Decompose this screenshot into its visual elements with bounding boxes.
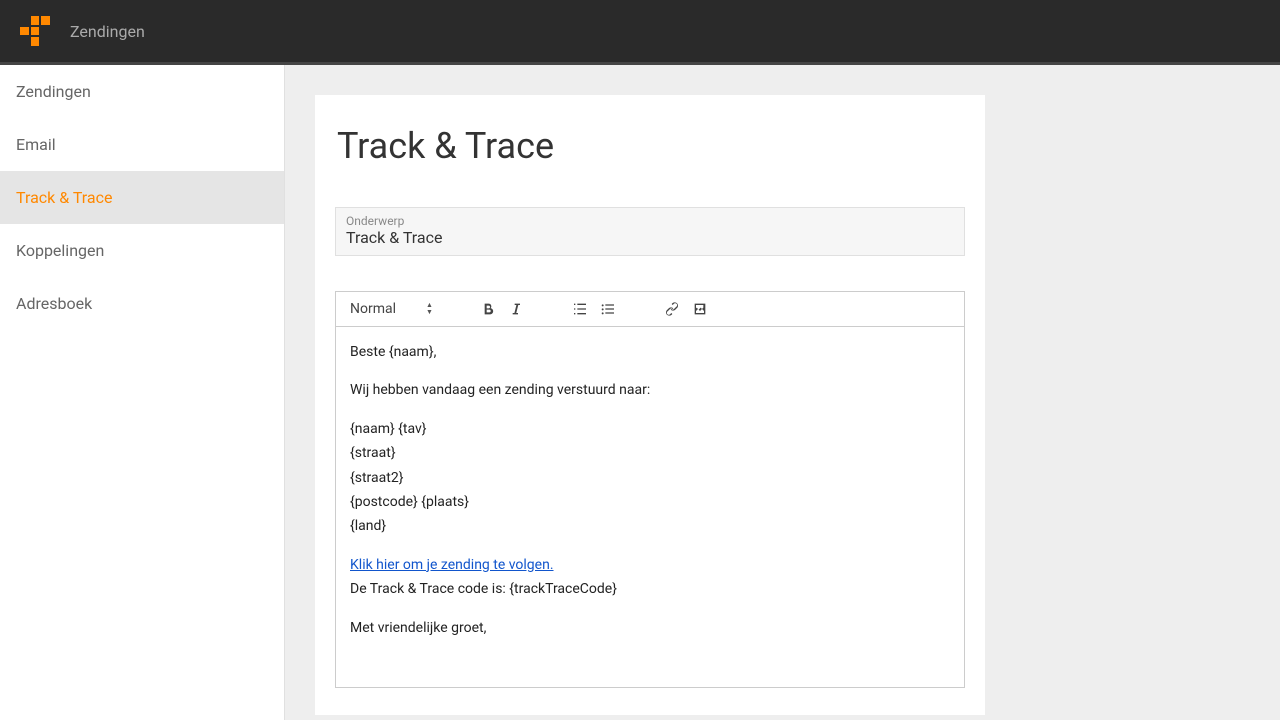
sidebar-item-zendingen[interactable]: Zendingen [0, 65, 284, 118]
unordered-list-button[interactable] [599, 300, 617, 318]
subject-field[interactable]: Onderwerp Track & Trace [335, 207, 965, 256]
editor-line: Wij hebben vandaag een zending verstuurd… [350, 379, 950, 401]
editor-line: Beste {naam}, [350, 341, 950, 363]
subject-value: Track & Trace [346, 228, 954, 247]
sidebar-item-label: Track & Trace [16, 188, 112, 207]
editor-body[interactable]: Beste {naam}, Wij hebben vandaag een zen… [336, 327, 964, 687]
sidebar-item-label: Koppelingen [16, 241, 104, 260]
track-link[interactable]: Klik hier om je zending te volgen. [350, 557, 554, 573]
editor-line: {naam} {tav} [350, 418, 950, 440]
italic-button[interactable] [507, 300, 525, 318]
chevron-updown-icon: ▲▼ [426, 302, 433, 316]
sidebar-item-label: Adresboek [16, 294, 92, 313]
ordered-list-button[interactable] [571, 300, 589, 318]
sidebar-item-label: Email [16, 135, 56, 154]
editor-line: {straat} [350, 442, 950, 464]
format-select-value: Normal [350, 301, 396, 317]
bold-button[interactable] [479, 300, 497, 318]
editor-line: De Track & Trace code is: {trackTraceCod… [350, 578, 950, 600]
rich-text-editor: Normal ▲▼ [335, 291, 965, 688]
content-card: Track & Trace Onderwerp Track & Trace No… [315, 95, 985, 715]
page-title: Track & Trace [335, 125, 965, 167]
sidebar-item-email[interactable]: Email [0, 118, 284, 171]
link-button[interactable] [663, 300, 681, 318]
image-button[interactable] [691, 300, 709, 318]
sidebar-item-track-trace[interactable]: Track & Trace [0, 171, 284, 224]
editor-line: Met vriendelijke groet, [350, 617, 950, 639]
main-content: Track & Trace Onderwerp Track & Trace No… [285, 65, 1280, 720]
sidebar-item-label: Zendingen [16, 82, 91, 101]
sidebar: Zendingen Email Track & Trace Koppelinge… [0, 65, 285, 720]
subject-label: Onderwerp [346, 214, 954, 228]
format-select[interactable]: Normal ▲▼ [350, 301, 433, 317]
header-title: Zendingen [70, 22, 145, 41]
editor-line: {postcode} {plaats} [350, 491, 950, 513]
editor-toolbar: Normal ▲▼ [336, 292, 964, 327]
editor-line: {straat2} [350, 467, 950, 489]
app-header: Zendingen [0, 0, 1280, 65]
sidebar-item-koppelingen[interactable]: Koppelingen [0, 224, 284, 277]
sidebar-item-adresboek[interactable]: Adresboek [0, 277, 284, 330]
app-logo-icon [20, 16, 50, 46]
editor-line: {land} [350, 515, 950, 537]
